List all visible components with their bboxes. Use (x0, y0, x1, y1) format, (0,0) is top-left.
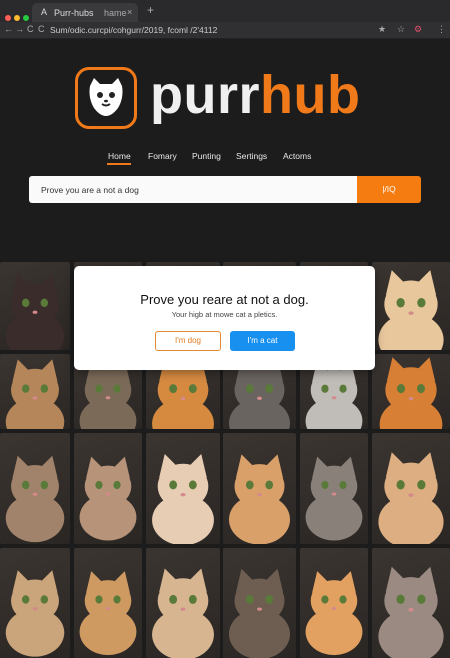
bookmark-star-icon[interactable]: ★ (378, 24, 386, 35)
nav-item-punting[interactable]: Punting (192, 151, 221, 161)
cat-photo[interactable] (0, 262, 70, 350)
brand-name-part2: hub (260, 65, 361, 125)
cat-photo[interactable] (372, 262, 450, 350)
extension-icon[interactable]: ☆ (397, 24, 405, 35)
cat-photo[interactable] (74, 433, 142, 544)
cat-photo[interactable] (0, 354, 70, 429)
cat-photo[interactable] (300, 548, 368, 658)
reload-icon[interactable]: C (27, 24, 34, 34)
forward-icon[interactable]: → (15, 24, 24, 34)
brand-wordmark[interactable]: purrhub (150, 68, 360, 122)
close-window-icon[interactable] (5, 15, 11, 21)
url-field[interactable]: Sum/odic.curcpi/cohgurr/2019, fcoml /2'4… (50, 25, 217, 35)
dialog-title: Prove you reare at not a dog. (140, 292, 309, 307)
home-icon[interactable]: C (38, 24, 45, 34)
profile-icon[interactable]: ⚙ (414, 24, 422, 35)
new-tab-button[interactable]: + (147, 3, 154, 17)
cat-photo[interactable] (74, 548, 142, 658)
dialog-subtitle: Your higb at mowe cat a pletics. (171, 310, 278, 319)
minimize-window-icon[interactable] (14, 15, 20, 21)
tab-close-icon[interactable]: × (127, 7, 132, 17)
nav-item-actoms[interactable]: Actoms (283, 151, 311, 161)
browser-tab[interactable]: A Purr-hubs hame × (32, 3, 138, 22)
cat-photo[interactable] (372, 433, 450, 544)
cat-photo[interactable] (146, 433, 220, 544)
maximize-window-icon[interactable] (23, 15, 29, 21)
cat-photo[interactable] (0, 433, 70, 544)
search-button[interactable]: |/IQ (357, 176, 421, 203)
cat-photo[interactable] (372, 548, 450, 658)
cat-photo[interactable] (0, 548, 70, 658)
cat-photo[interactable] (146, 548, 220, 658)
im-cat-button[interactable]: I'm a cat (230, 331, 295, 351)
search-input[interactable]: Prove you are a not a dog (29, 176, 358, 203)
cat-photo[interactable] (372, 354, 450, 429)
cat-photo[interactable] (223, 433, 296, 544)
browser-tab-bar: A Purr-hubs hame × + (0, 0, 450, 22)
nav-item-fomary[interactable]: Fomary (148, 151, 177, 161)
address-bar: ← → C C Sum/odic.curcpi/cohgurr/2019, fc… (0, 22, 450, 39)
logo-icon[interactable] (75, 67, 137, 129)
im-dog-button[interactable]: I'm dog (155, 331, 221, 351)
tab-favicon-icon: A (41, 7, 48, 17)
brand-name-part1: purr (150, 65, 260, 125)
nav-item-home[interactable]: Home (108, 151, 131, 161)
tab-hint: hame (104, 8, 127, 18)
back-icon[interactable]: ← (4, 24, 13, 34)
cat-photo[interactable] (223, 548, 296, 658)
nav-item-sertings[interactable]: Sertings (236, 151, 267, 161)
menu-icon[interactable]: ⋮ (437, 24, 446, 35)
tab-title: Purr-hubs (54, 8, 94, 18)
cat-photo[interactable] (300, 433, 368, 544)
captcha-dialog: Prove you reare at not a dog. Your higb … (74, 266, 375, 370)
active-nav-indicator (107, 163, 131, 165)
